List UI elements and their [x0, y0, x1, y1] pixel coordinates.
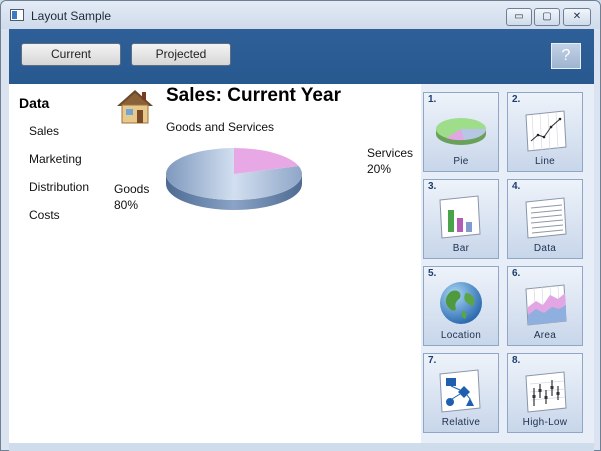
tile-label: Bar — [452, 243, 470, 254]
chart-title: Sales: Current Year — [166, 85, 341, 106]
tile-area[interactable]: 6. Area — [507, 266, 583, 346]
area-chart-icon — [525, 284, 567, 326]
tile-number: 2. — [512, 94, 521, 105]
tile-number: 4. — [512, 181, 521, 192]
tile-label: Pie — [453, 156, 469, 167]
house-icon — [117, 90, 153, 124]
nav-item-marketing[interactable]: Marketing — [29, 152, 82, 166]
projected-button[interactable]: Projected — [131, 43, 231, 66]
goods-label-pct: 80% — [114, 198, 139, 212]
bar-chart-icon — [439, 195, 481, 239]
tile-number: 7. — [428, 355, 437, 366]
app-window: Layout Sample ▭ ▢ ✕ Current Projected ? … — [0, 0, 601, 451]
window-title: Layout Sample — [31, 9, 112, 23]
goods-label-name: Goods — [114, 182, 150, 196]
flowchart-icon — [439, 369, 481, 413]
tile-number: 1. — [428, 94, 437, 105]
tile-pie[interactable]: 1. Pie — [423, 92, 499, 172]
tile-relative[interactable]: 7. Relative — [423, 353, 499, 433]
pie-chart-icon — [436, 118, 487, 145]
top-toolbar: Current Projected ? — [9, 29, 594, 84]
tile-label: Area — [533, 330, 557, 341]
tile-label: Data — [533, 243, 557, 254]
content-panel: Data Sales Marketing Distribution Costs … — [9, 84, 421, 443]
globe-icon — [440, 282, 482, 324]
tile-label: Relative — [441, 417, 481, 428]
services-label-name: Services — [367, 146, 414, 160]
nav-item-distribution[interactable]: Distribution — [29, 180, 89, 194]
tile-location[interactable]: 5. Location — [423, 266, 499, 346]
minimize-button[interactable]: ▭ — [506, 8, 532, 26]
high-low-chart-icon — [525, 371, 567, 413]
services-label: Services 20% — [367, 145, 413, 177]
services-label-pct: 20% — [367, 162, 392, 176]
data-sheet-icon — [525, 197, 567, 239]
tile-label: Line — [534, 156, 556, 167]
pie-chart — [166, 148, 302, 210]
close-button[interactable]: ✕ — [563, 8, 591, 26]
tile-number: 6. — [512, 268, 521, 279]
goods-label: Goods 80% — [114, 181, 149, 213]
tile-data[interactable]: 4. Data — [507, 179, 583, 259]
line-chart-icon — [525, 110, 567, 152]
tile-label: Location — [440, 330, 482, 341]
nav-item-sales[interactable]: Sales — [29, 124, 59, 138]
title-bar[interactable]: Layout Sample ▭ ▢ ✕ — [1, 1, 600, 29]
tile-bar[interactable]: 3. Bar — [423, 179, 499, 259]
window-bottom-edge — [9, 443, 594, 451]
app-window-icon — [10, 9, 24, 21]
chart-type-grid: 1. Pie 2. Line 3. Bar 4. Data 5. Locatio… — [421, 84, 594, 443]
chart-subtitle: Goods and Services — [166, 120, 275, 134]
maximize-button[interactable]: ▢ — [534, 8, 560, 26]
tile-high-low[interactable]: 8. High-Low — [507, 353, 583, 433]
tile-line[interactable]: 2. Line — [507, 92, 583, 172]
tile-label: High-Low — [522, 417, 568, 428]
current-button[interactable]: Current — [21, 43, 121, 66]
help-button[interactable]: ? — [551, 43, 581, 69]
tile-number: 8. — [512, 355, 521, 366]
tile-number: 5. — [428, 268, 437, 279]
tile-number: 3. — [428, 181, 437, 192]
nav-heading: Data — [19, 95, 50, 111]
nav-item-costs[interactable]: Costs — [29, 208, 60, 222]
